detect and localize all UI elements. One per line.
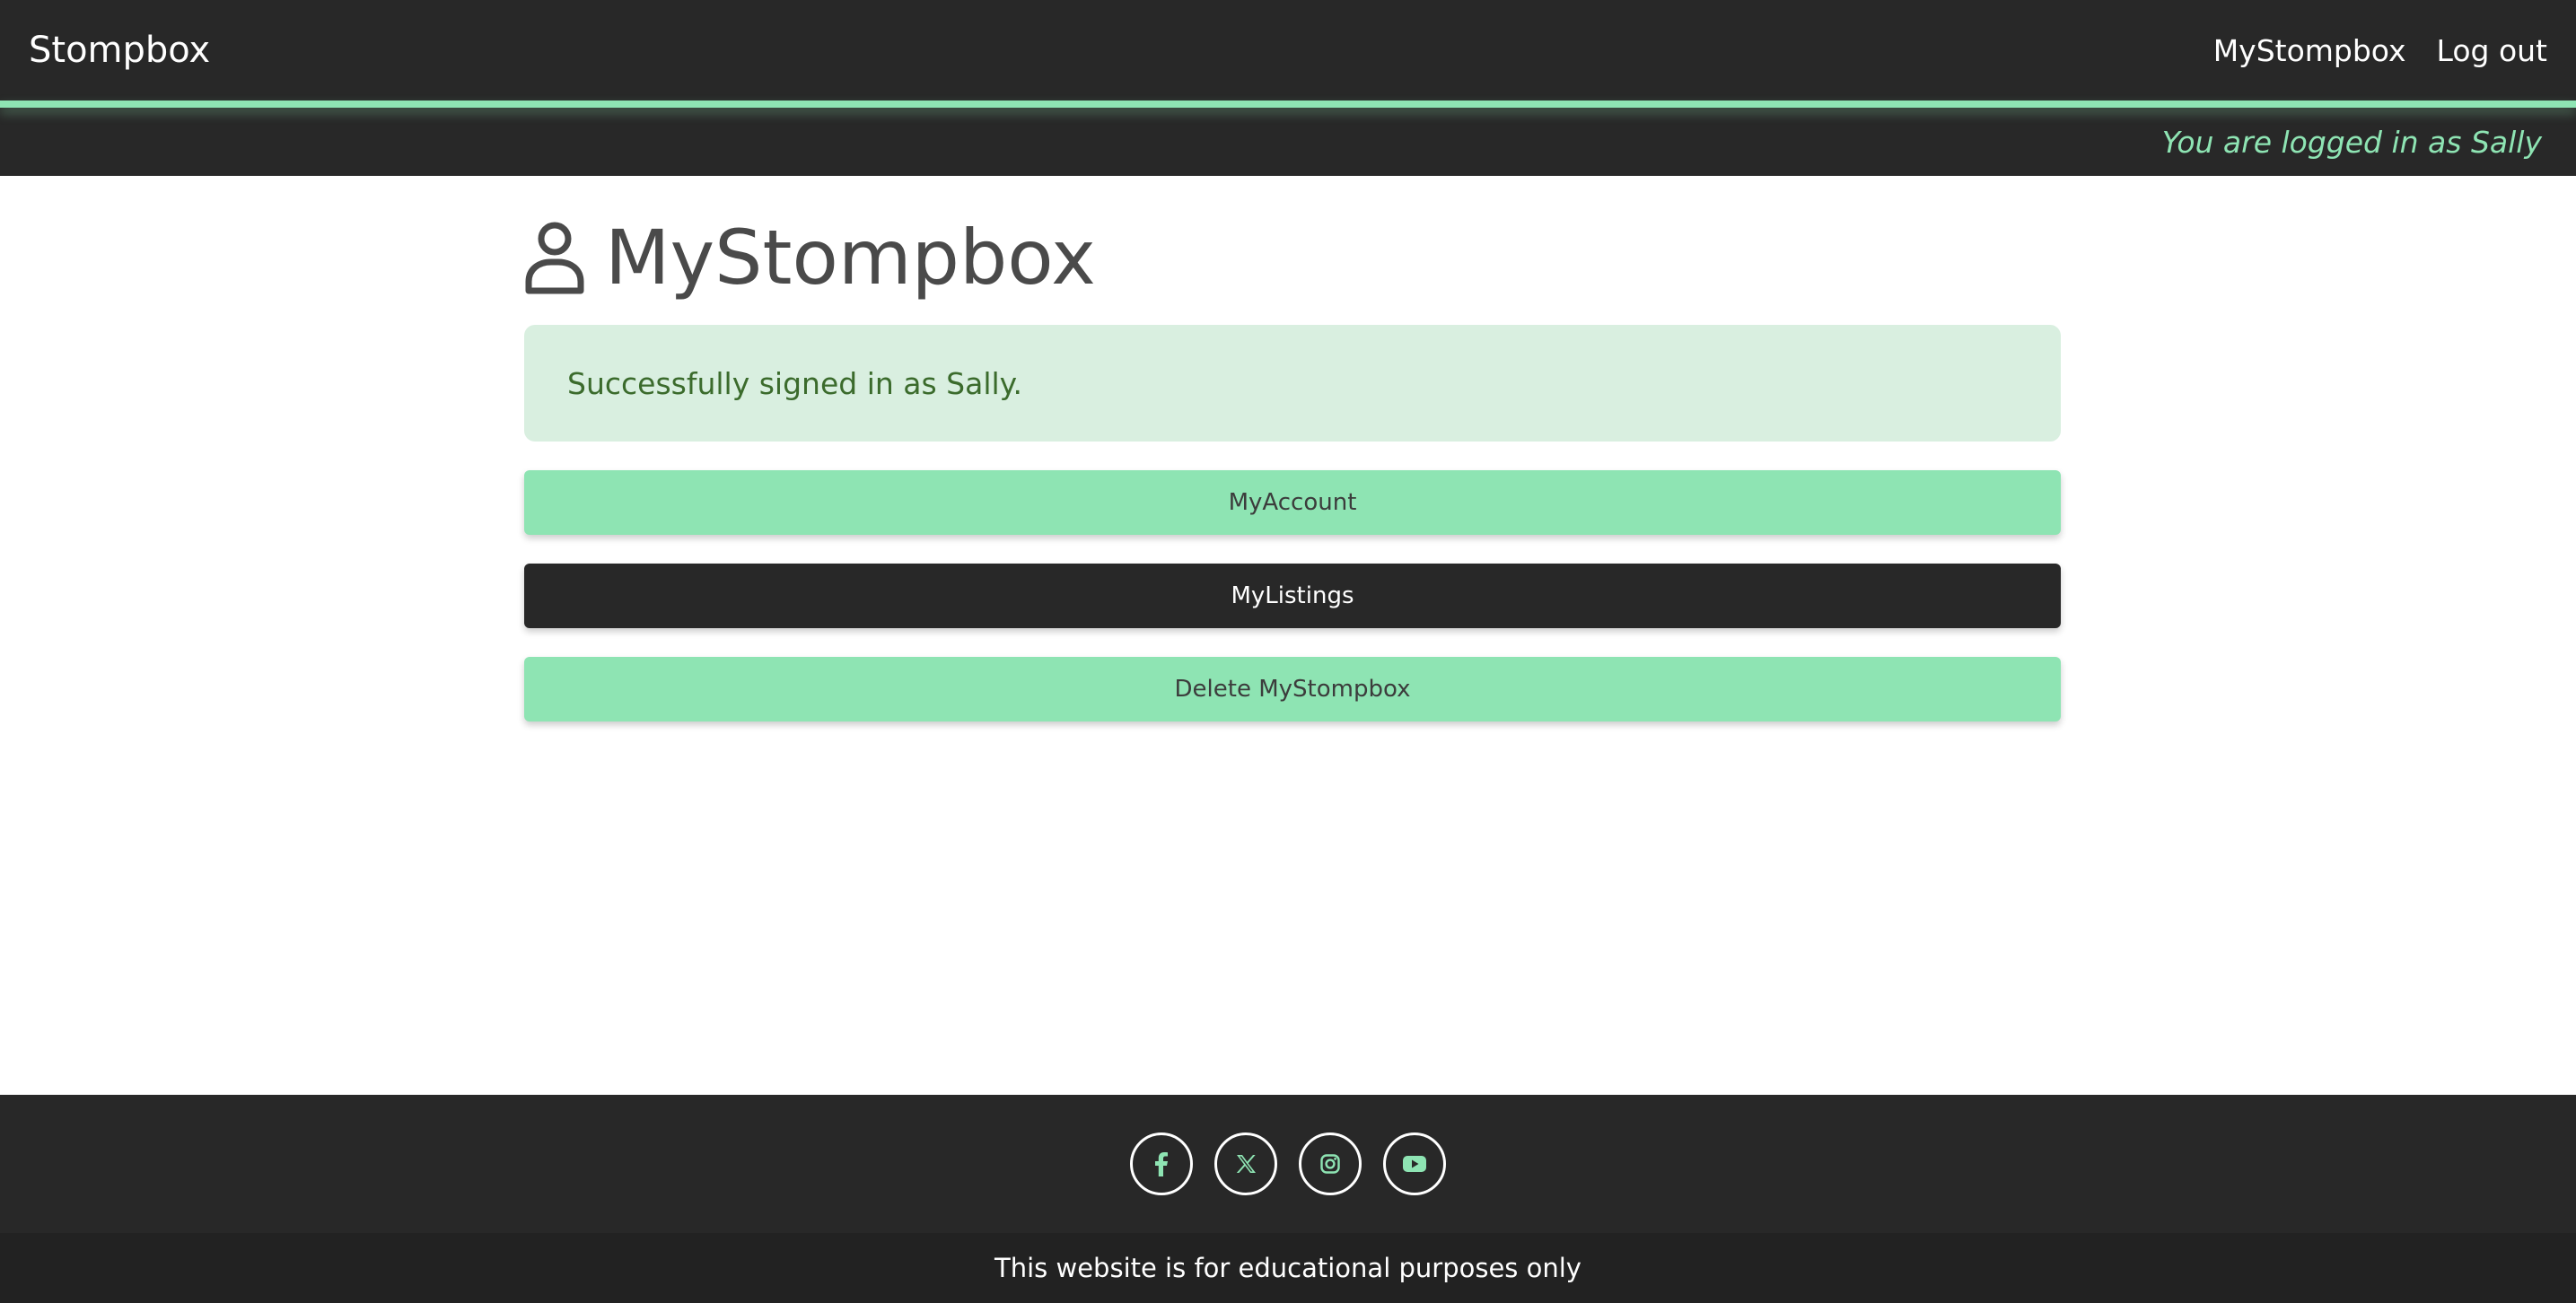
- brand-link[interactable]: Stompbox: [29, 30, 210, 71]
- youtube-icon: [1403, 1156, 1426, 1172]
- main-content: MyStompbox Successfully signed in as Sal…: [0, 176, 2576, 1095]
- login-status-text: You are logged in as Sally: [2161, 124, 2542, 160]
- facebook-link[interactable]: [1130, 1132, 1193, 1195]
- page: Stompbox MyStompbox Log out You are logg…: [0, 0, 2576, 1303]
- login-status-bar: You are logged in as Sally: [0, 108, 2576, 176]
- nav-link-mystompbox[interactable]: MyStompbox: [2213, 33, 2406, 68]
- page-title: MyStompbox: [605, 214, 1096, 302]
- top-navbar: Stompbox MyStompbox Log out: [0, 0, 2576, 101]
- x-link[interactable]: [1214, 1132, 1277, 1195]
- myaccount-button[interactable]: MyAccount: [524, 470, 2061, 535]
- page-heading: MyStompbox: [524, 210, 2061, 305]
- nav-links: MyStompbox Log out: [2213, 33, 2547, 68]
- mylistings-button[interactable]: MyListings: [524, 564, 2061, 628]
- footer-note: This website is for educational purposes…: [994, 1253, 1582, 1283]
- user-icon: [525, 222, 584, 294]
- social-links: [0, 1095, 2576, 1233]
- x-icon: [1236, 1155, 1256, 1173]
- footer: This website is for educational purposes…: [0, 1095, 2576, 1303]
- facebook-icon: [1155, 1152, 1168, 1176]
- delete-mystompbox-button[interactable]: Delete MyStompbox: [524, 657, 2061, 721]
- nav-link-logout[interactable]: Log out: [2437, 33, 2547, 68]
- success-alert: Successfully signed in as Sally.: [524, 325, 2061, 442]
- footer-bottom: This website is for educational purposes…: [0, 1233, 2576, 1303]
- instagram-link[interactable]: [1299, 1132, 1362, 1195]
- youtube-link[interactable]: [1383, 1132, 1446, 1195]
- instagram-icon: [1320, 1154, 1340, 1174]
- content-container: MyStompbox Successfully signed in as Sal…: [524, 210, 2061, 721]
- success-alert-text: Successfully signed in as Sally.: [567, 365, 1022, 401]
- accent-divider: [0, 101, 2576, 108]
